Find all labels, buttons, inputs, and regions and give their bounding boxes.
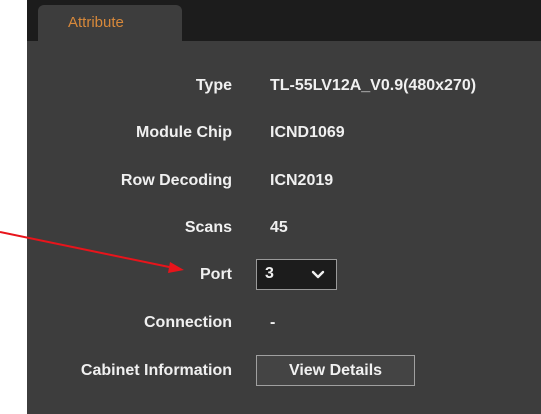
port-label: Port: [200, 266, 232, 283]
tab-bar: Attribute: [27, 0, 541, 41]
port-select[interactable]: 3: [256, 259, 337, 290]
port-select-value: 3: [265, 265, 274, 282]
connection-value: -: [270, 314, 276, 331]
connection-label: Connection: [144, 314, 232, 331]
type-value: TL-55LV12A_V0.9(480x270): [270, 77, 477, 94]
scans-label: Scans: [184, 219, 232, 236]
row-decoding-value: ICN2019: [270, 172, 334, 189]
screenshot: Attribute Type TL-55LV12A_V0.9(480x270) …: [0, 0, 541, 414]
attribute-panel: Attribute Type TL-55LV12A_V0.9(480x270) …: [27, 0, 541, 414]
module-chip-label: Module Chip: [136, 124, 232, 141]
type-label: Type: [195, 77, 232, 94]
cabinet-information-label: Cabinet Information: [80, 362, 232, 379]
row-decoding-label: Row Decoding: [120, 172, 232, 189]
module-chip-value: ICND1069: [270, 124, 345, 141]
tab-attribute[interactable]: Attribute: [38, 5, 182, 41]
tab-attribute-label: Attribute: [68, 14, 124, 31]
chevron-down-icon: [311, 270, 325, 279]
view-details-button[interactable]: View Details: [256, 355, 415, 386]
scans-value: 45: [270, 219, 288, 236]
